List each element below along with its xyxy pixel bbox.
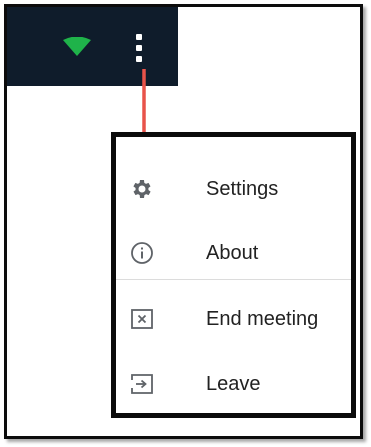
wifi-icon bbox=[63, 37, 91, 56]
exit-icon bbox=[131, 374, 153, 394]
menu-item-leave[interactable]: Leave bbox=[116, 352, 351, 416]
info-icon bbox=[131, 242, 153, 264]
menu-item-settings[interactable]: Settings bbox=[116, 157, 351, 221]
menu-item-about[interactable]: About bbox=[116, 221, 351, 285]
menu-item-label: About bbox=[206, 242, 259, 264]
screenshot-frame: Settings About End meeting Leave bbox=[4, 4, 363, 439]
menu-item-label: Settings bbox=[206, 178, 279, 200]
menu-divider bbox=[116, 279, 351, 280]
menu-item-end-meeting[interactable]: End meeting bbox=[116, 287, 351, 351]
more-options-icon[interactable] bbox=[134, 34, 144, 66]
overflow-menu: Settings About End meeting Leave bbox=[111, 132, 356, 418]
close-box-icon bbox=[131, 309, 153, 329]
menu-item-label: Leave bbox=[206, 373, 261, 395]
gear-icon bbox=[133, 180, 151, 198]
menu-item-label: End meeting bbox=[206, 308, 319, 330]
